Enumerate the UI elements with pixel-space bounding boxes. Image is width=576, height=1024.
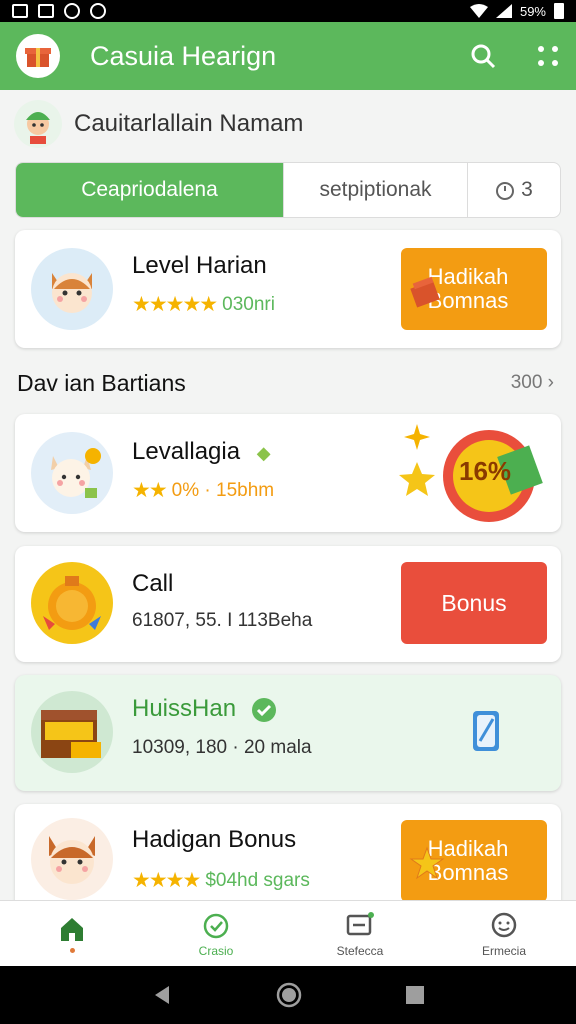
rating-stars: ★★ bbox=[132, 479, 168, 502]
avatar bbox=[14, 100, 62, 148]
battery-text: 59% bbox=[519, 3, 546, 19]
chevron-right-icon: › bbox=[547, 372, 554, 393]
system-navigation bbox=[0, 966, 576, 1024]
app-logo[interactable] bbox=[16, 34, 60, 78]
message-icon bbox=[346, 911, 374, 935]
treasure-avatar bbox=[31, 691, 113, 773]
tab-third[interactable]: 3 bbox=[468, 163, 560, 217]
list-item[interactable]: Hadigan Bonus ★★★★ $04hd sgars Hadikah B… bbox=[15, 804, 561, 914]
cat-icon bbox=[49, 836, 95, 884]
nav-crasio[interactable]: Crasio bbox=[144, 901, 288, 966]
cat-avatar bbox=[31, 818, 113, 900]
section-title: Dav ian Bartians bbox=[17, 370, 186, 396]
nav-home[interactable] bbox=[0, 901, 144, 966]
user-row[interactable]: Cauitarlallain Namam bbox=[14, 100, 303, 148]
card-meta-text: 030nri bbox=[222, 293, 275, 315]
nav-ermecia[interactable]: Ermecia bbox=[432, 901, 576, 966]
vpn-icon bbox=[90, 3, 106, 19]
app-title: Casuia Hearign bbox=[90, 40, 277, 71]
rating-stars: ★★★★★ bbox=[132, 293, 218, 316]
card-title-text: Levallagia bbox=[132, 438, 241, 465]
list-item[interactable]: Levallagia ◆ ★★ 0% · 15bhm 16% bbox=[15, 414, 561, 532]
tab-second[interactable]: setpiptionak bbox=[284, 163, 468, 217]
clock-check-icon bbox=[203, 913, 229, 938]
home-icon bbox=[61, 918, 83, 941]
timer-icon bbox=[496, 182, 515, 200]
tab-first[interactable]: Ceapriodalena bbox=[16, 163, 284, 217]
section-link-label: 300 bbox=[510, 372, 543, 393]
card-meta: ★★ 0% · 15bhm bbox=[132, 478, 274, 503]
signal-icon bbox=[495, 4, 512, 18]
card-meta: ★★★★ $04hd sgars bbox=[132, 868, 310, 893]
gift-box-icon bbox=[25, 48, 51, 67]
card-meta: ★★★★★ 030nri bbox=[132, 292, 275, 317]
card-title: Hadigan Bonus bbox=[132, 826, 297, 853]
verified-check-icon bbox=[251, 697, 276, 722]
list-item[interactable]: HuissHan 10309, 180 · 20 mala bbox=[15, 675, 561, 791]
card-meta-text: 0% · 15bhm bbox=[171, 479, 275, 501]
edit-icon[interactable] bbox=[469, 707, 503, 755]
tab-bar: Ceapriodalena setpiptionak 3 bbox=[15, 162, 561, 218]
card-meta: 61807, 55. I 113Beha bbox=[132, 610, 313, 631]
section-see-all[interactable]: 300 › bbox=[511, 372, 554, 394]
discount-label: 16% bbox=[459, 456, 512, 486]
coin-bag-icon bbox=[43, 576, 101, 630]
bonus-button[interactable]: Bonus bbox=[401, 562, 547, 644]
card-title-text: HuissHan bbox=[132, 695, 237, 722]
nav-stefecca[interactable]: Stefecca bbox=[288, 901, 432, 966]
discount-badge[interactable]: 16% bbox=[397, 420, 547, 526]
gift-icon bbox=[410, 276, 440, 308]
user-avatar-icon bbox=[26, 112, 50, 144]
card-meta: 10309, 180 · 20 mala bbox=[132, 737, 312, 758]
card-meta-text: $04hd sgars bbox=[205, 869, 310, 891]
list-item[interactable]: Call 61807, 55. I 113Beha Bonus bbox=[15, 546, 561, 662]
status-bar: 59% bbox=[0, 0, 576, 22]
back-icon[interactable] bbox=[151, 984, 173, 1006]
nav-label: Stefecca bbox=[336, 943, 384, 958]
treasure-chest-icon bbox=[41, 710, 101, 758]
card-title: Call bbox=[132, 570, 174, 597]
bottom-navigation: Crasio Stefecca Ermecia bbox=[0, 900, 576, 966]
notification-icon bbox=[38, 4, 54, 18]
user-name: Cauitarlallain Namam bbox=[74, 110, 304, 137]
card-title: HuissHan bbox=[132, 695, 277, 723]
notification-icon bbox=[12, 4, 28, 18]
card-title: Level Harian bbox=[132, 252, 267, 279]
cat-avatar bbox=[31, 248, 113, 330]
smile-icon bbox=[491, 912, 517, 937]
wifi-icon bbox=[469, 4, 488, 18]
cat-icon bbox=[52, 273, 92, 313]
card-title: Levallagia ◆ bbox=[132, 438, 271, 466]
bonus-button[interactable]: Hadikah Bomnas bbox=[401, 248, 547, 330]
coin-bag-avatar bbox=[31, 562, 113, 644]
cat-coin-icon bbox=[51, 448, 101, 498]
diamond-icon: ◆ bbox=[256, 443, 271, 463]
app-bar: Casuia Hearign bbox=[0, 22, 576, 90]
cat-avatar bbox=[31, 432, 113, 514]
star-icon bbox=[409, 846, 445, 880]
circle-icon bbox=[64, 3, 80, 19]
search-icon[interactable] bbox=[470, 43, 496, 69]
more-options-icon[interactable] bbox=[536, 44, 560, 68]
battery-icon bbox=[554, 3, 564, 19]
bonus-button[interactable]: Hadikah Bomnas bbox=[401, 820, 547, 902]
home-circle-icon[interactable] bbox=[276, 982, 302, 1008]
nav-label: Crasio bbox=[198, 943, 234, 958]
rating-stars: ★★★★ bbox=[132, 869, 201, 892]
recents-icon[interactable] bbox=[405, 985, 425, 1005]
tab-third-label: 3 bbox=[521, 178, 533, 201]
active-indicator bbox=[69, 948, 75, 953]
nav-label: Ermecia bbox=[481, 943, 526, 958]
level-card[interactable]: Level Harian ★★★★★ 030nri Hadikah Bomnas bbox=[15, 230, 561, 348]
